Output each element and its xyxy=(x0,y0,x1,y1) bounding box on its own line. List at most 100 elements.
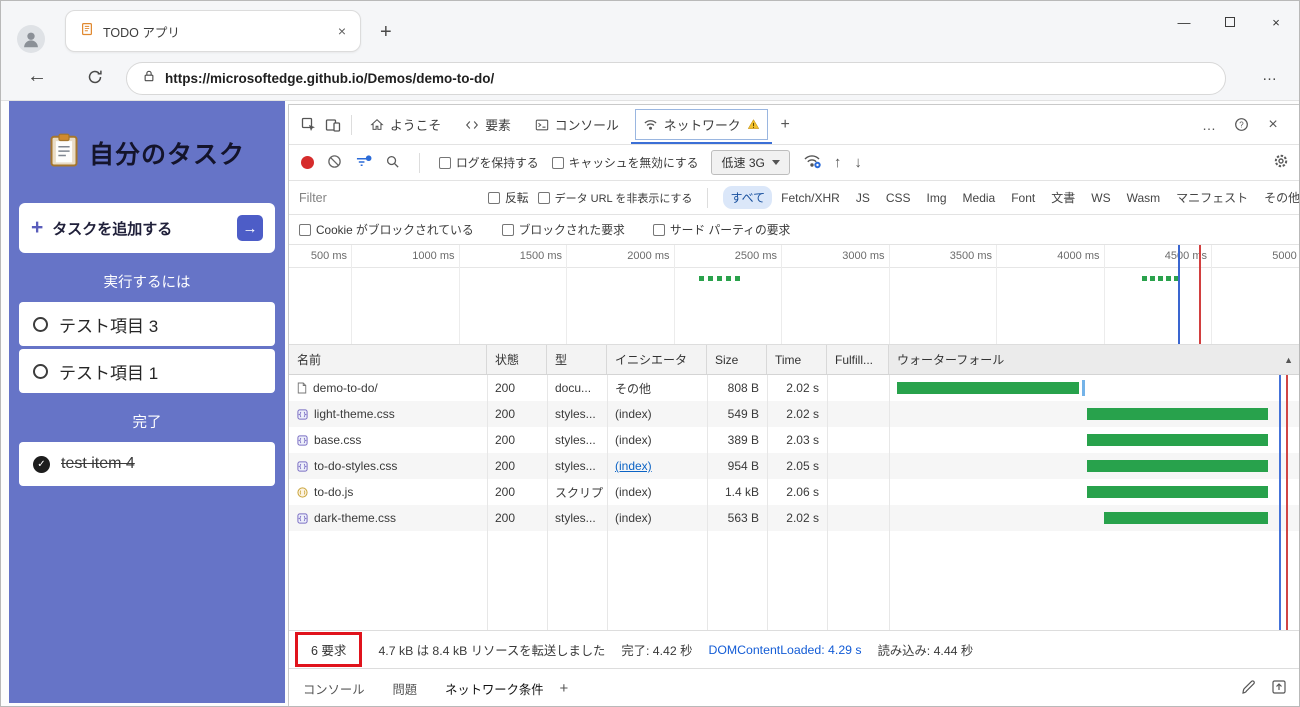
minimize-button[interactable]: — xyxy=(1161,1,1207,43)
checkbox-icon xyxy=(488,191,500,204)
column-header-7[interactable]: ウォーターフォール ▲ xyxy=(889,345,1299,374)
network-overview-timeline[interactable]: 500 ms 1000 ms 1500 ms 2000 ms 2500 ms 3000 m… xyxy=(289,245,1299,345)
lock-icon xyxy=(143,69,155,88)
filter-chip[interactable]: WS xyxy=(1084,188,1117,208)
invert-checkbox[interactable]: 反転 xyxy=(488,189,529,206)
add-task-button[interactable]: → xyxy=(237,215,263,241)
filter-chip[interactable]: すべて xyxy=(723,186,773,209)
network-conditions-icon[interactable] xyxy=(803,153,821,172)
third-party-checkbox[interactable]: サード パーティの要求 xyxy=(652,221,790,238)
refresh-button[interactable] xyxy=(87,69,103,90)
browser-tab[interactable]: TODO アプリ × xyxy=(65,10,361,52)
settings-gear-icon[interactable] xyxy=(1273,153,1289,172)
import-har-icon[interactable]: ↑ xyxy=(834,154,842,171)
export-har-icon[interactable]: ↓ xyxy=(854,154,862,171)
request-name-cell: base.css xyxy=(289,427,487,453)
task-checkbox-icon[interactable] xyxy=(33,316,48,332)
completed-task-item[interactable]: ✓ test item 4 xyxy=(19,442,275,486)
column-header-6[interactable]: Fulfill... xyxy=(827,345,889,374)
task-item[interactable]: テスト項目 3 xyxy=(19,302,275,346)
filter-chip[interactable]: CSS xyxy=(879,188,918,208)
drawer-tab[interactable]: 問題 xyxy=(393,669,418,706)
device-toolbar-icon[interactable] xyxy=(321,112,345,138)
tab-network[interactable]: ネットワーク xyxy=(631,105,772,144)
maximize-button[interactable] xyxy=(1207,1,1253,43)
blocked-cookies-checkbox[interactable]: Cookie がブロックされている xyxy=(299,221,474,238)
column-header-5[interactable]: Time xyxy=(767,345,827,374)
task-item[interactable]: テスト項目 1 xyxy=(19,349,275,393)
filter-chip[interactable]: Media xyxy=(956,188,1003,208)
column-separator xyxy=(827,375,828,630)
disable-cache-checkbox[interactable]: キャッシュを無効にする xyxy=(551,154,698,171)
timeline-tick-label: 1000 ms xyxy=(412,250,455,262)
url-bar[interactable]: https://microsoftedge.github.io/Demos/de… xyxy=(126,62,1226,95)
expand-panel-icon[interactable] xyxy=(1271,679,1287,698)
tab-elements[interactable]: 要素 xyxy=(453,105,523,144)
task-checkbox-icon[interactable] xyxy=(33,363,48,379)
task-done-icon[interactable]: ✓ xyxy=(33,455,50,473)
filter-chip[interactable]: Wasm xyxy=(1120,188,1168,208)
throttling-value: 低速 3G xyxy=(721,156,765,170)
new-tab-button[interactable]: + xyxy=(380,21,392,44)
devtools-close-icon[interactable]: × xyxy=(1261,112,1285,138)
network-request-row[interactable]: to-do.js 200 スクリプト (index) 1.4 kB 2.06 s xyxy=(289,479,1299,505)
network-request-row[interactable]: base.css 200 styles... (index) 389 B 2.03 s xyxy=(289,427,1299,453)
url-text: https://microsoftedge.github.io/Demos/de… xyxy=(165,71,495,86)
filter-chip[interactable]: Font xyxy=(1004,188,1042,208)
record-icon[interactable] xyxy=(301,156,314,169)
profile-avatar[interactable] xyxy=(17,25,45,53)
filter-chip[interactable]: 文書 xyxy=(1044,186,1082,209)
request-dot xyxy=(1166,276,1171,281)
filter-toggle-icon[interactable] xyxy=(355,154,372,172)
add-task-field[interactable]: + タスクを追加する → xyxy=(19,203,275,253)
network-request-row[interactable]: to-do-styles.css 200 styles... (index) 954 B… xyxy=(289,453,1299,479)
request-time: 2.02 s xyxy=(786,381,819,395)
drawer-more-tabs-button[interactable]: + xyxy=(560,680,569,697)
request-name-cell: light-theme.css xyxy=(289,401,487,427)
column-header-4[interactable]: Size xyxy=(707,345,767,374)
preserve-log-checkbox[interactable]: ログを保持する xyxy=(439,154,539,171)
filter-chip[interactable]: その他 xyxy=(1257,186,1299,209)
todo-app-panel: 自分のタスク + タスクを追加する → 実行するには テスト項目 3 テスト項目 … xyxy=(9,101,285,703)
checkbox-icon xyxy=(652,223,665,236)
tab-welcome[interactable]: ようこそ xyxy=(358,105,453,144)
filter-chip[interactable]: Fetch/XHR xyxy=(774,188,847,208)
initiator-text[interactable]: (index) xyxy=(615,459,652,473)
filter-chip[interactable]: マニフェスト xyxy=(1169,186,1255,209)
drawer-tab[interactable]: ネットワーク条件 xyxy=(445,669,543,706)
browser-menu-button[interactable]: … xyxy=(1262,67,1277,84)
feedback-pen-icon[interactable] xyxy=(1241,679,1257,698)
network-request-row[interactable]: light-theme.css 200 styles... (index) 549 B 2… xyxy=(289,401,1299,427)
browser-window: TODO アプリ × + — × ← https://microsoftedge… xyxy=(0,0,1300,707)
todo-list: テスト項目 3 テスト項目 1 xyxy=(19,302,275,393)
filter-input[interactable]: Filter xyxy=(299,191,479,205)
blocked-requests-checkbox[interactable]: ブロックされた要求 xyxy=(501,221,625,238)
throttling-select[interactable]: 低速 3G xyxy=(711,150,790,175)
divider xyxy=(419,152,420,173)
network-request-row[interactable]: demo-to-do/200 docu... その他 808 B 2.02 s xyxy=(289,375,1299,401)
clear-icon[interactable] xyxy=(327,154,342,172)
tab-close-icon[interactable]: × xyxy=(334,23,350,39)
hide-data-urls-checkbox[interactable]: データ URL を非表示にする xyxy=(537,190,692,206)
column-header-3[interactable]: イニシエータ xyxy=(607,345,707,374)
request-dot xyxy=(1150,276,1155,281)
devtools-menu-icon[interactable]: … xyxy=(1197,112,1221,138)
tab-console[interactable]: コンソール xyxy=(523,105,631,144)
filter-chip[interactable]: JS xyxy=(849,188,877,208)
window-close-button[interactable]: × xyxy=(1253,1,1299,43)
column-header-0[interactable]: 名前 xyxy=(289,345,487,374)
help-icon[interactable]: ? xyxy=(1229,112,1253,138)
filter-chip[interactable]: Img xyxy=(920,188,954,208)
drawer-tab[interactable]: コンソール xyxy=(303,669,365,706)
more-tabs-button[interactable]: + xyxy=(772,116,799,134)
inspect-icon[interactable] xyxy=(297,112,321,138)
column-header-2[interactable]: 型 xyxy=(547,345,607,374)
search-icon[interactable] xyxy=(385,154,400,172)
devtools-drawer: コンソール 問題 ネットワーク条件 + xyxy=(289,668,1299,706)
column-header-1[interactable]: 状態 xyxy=(487,345,547,374)
network-request-row[interactable]: dark-theme.css 200 styles... (index) 563 B 2.… xyxy=(289,505,1299,531)
back-button[interactable]: ← xyxy=(27,65,47,88)
navigation-bar: ← https://microsoftedge.github.io/Demos/… xyxy=(1,56,1299,101)
request-fulfilled xyxy=(827,401,889,427)
timeline-gridline xyxy=(458,245,460,344)
